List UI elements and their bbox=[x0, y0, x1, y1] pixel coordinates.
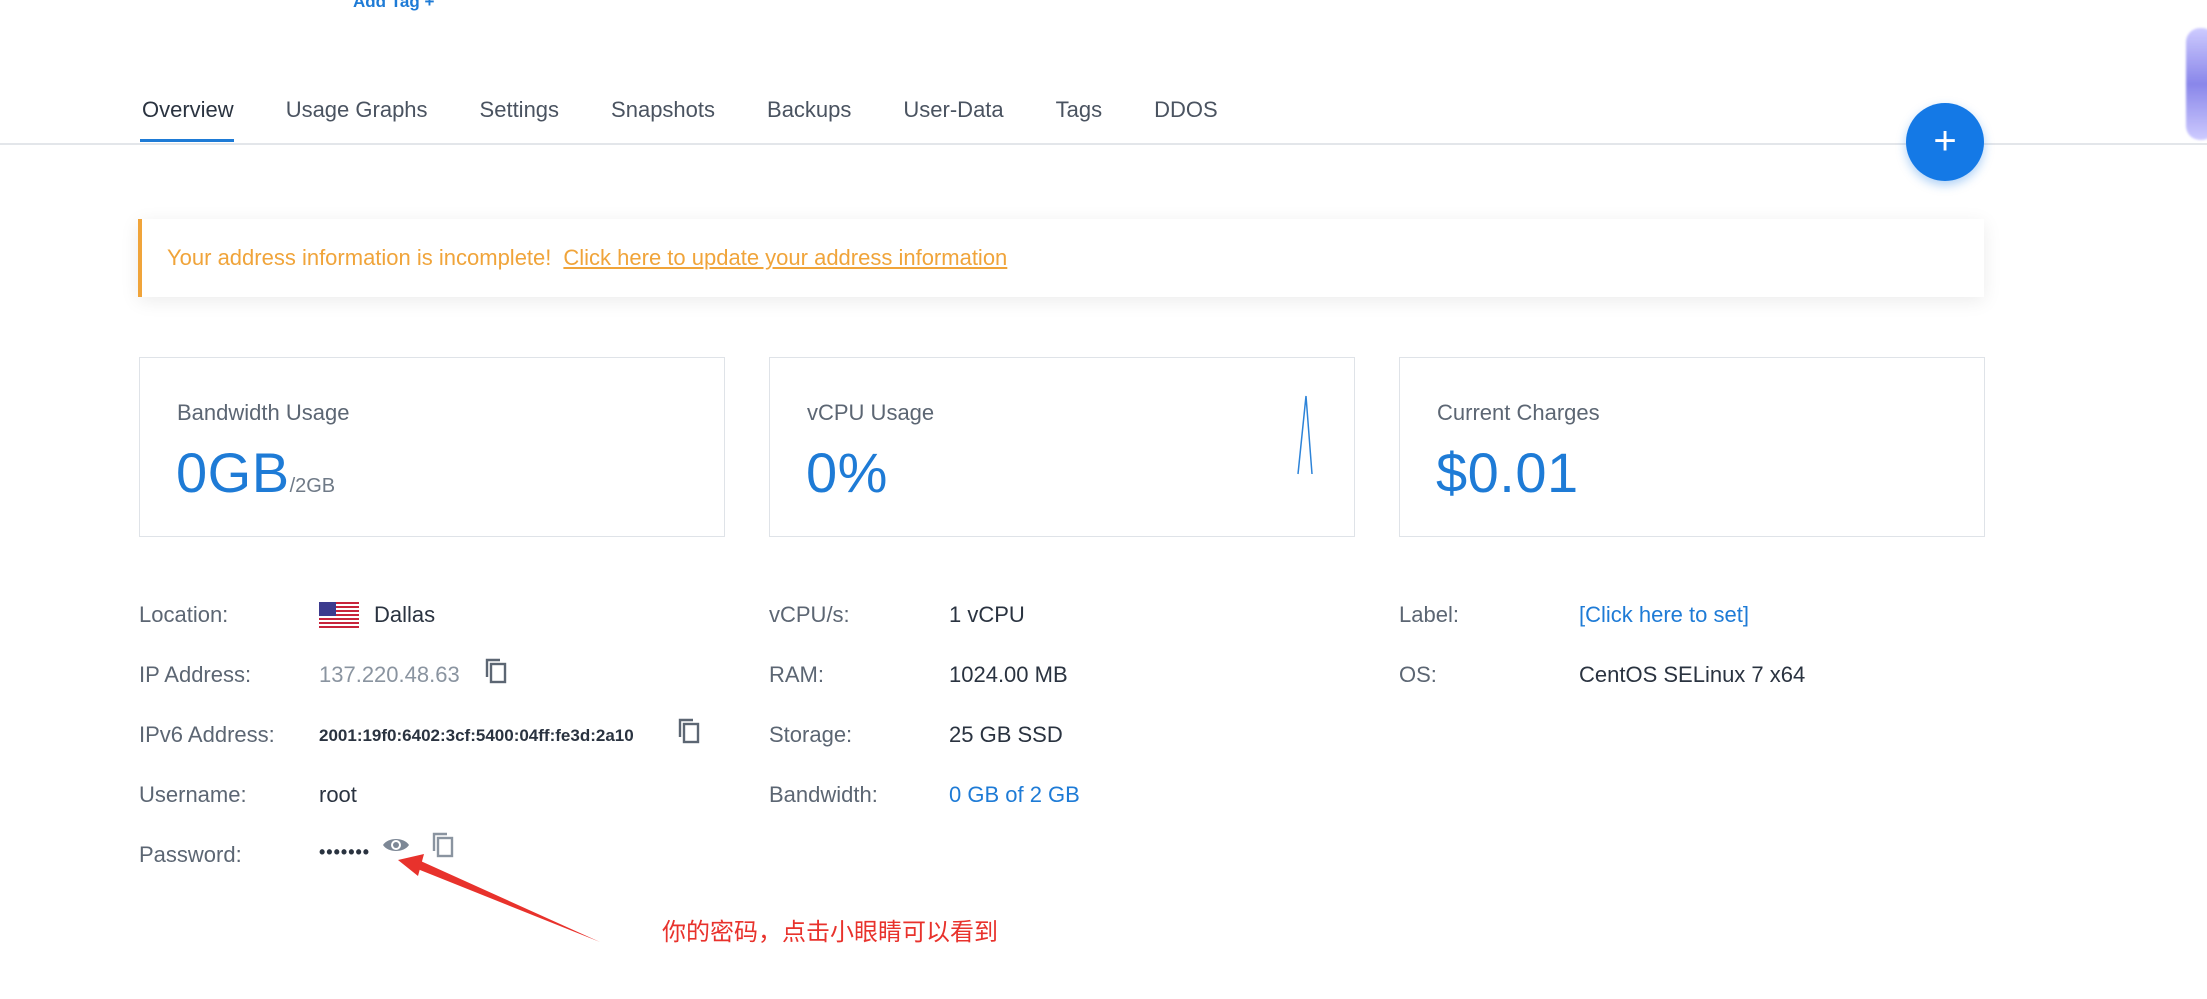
current-charges-card: Current Charges $0.01 bbox=[1399, 357, 1985, 537]
tab-tags[interactable]: Tags bbox=[1030, 94, 1128, 142]
side-widget bbox=[2186, 28, 2207, 140]
location-key: Location: bbox=[139, 602, 229, 627]
address-alert: Your address information is incomplete! … bbox=[138, 219, 1984, 297]
bandwidth-link[interactable]: 0 GB of 2 GB bbox=[949, 782, 1080, 808]
add-button[interactable]: + bbox=[1906, 103, 1984, 181]
location-value: Dallas bbox=[374, 602, 436, 627]
username-key: Username: bbox=[139, 782, 247, 807]
card-label: vCPU Usage bbox=[807, 400, 935, 425]
set-label-link[interactable]: [Click here to set] bbox=[1579, 602, 1749, 628]
ram-key: RAM: bbox=[769, 662, 824, 687]
card-label: Bandwidth Usage bbox=[177, 400, 350, 425]
ipv6-address-value: 2001:19f0:6402:3cf:5400:04ff:fe3d:2a10 bbox=[319, 726, 634, 745]
bandwidth-usage-card: Bandwidth Usage 0GB/2GB bbox=[139, 357, 725, 537]
tab-user-data[interactable]: User-Data bbox=[877, 94, 1029, 142]
annotation-text: 你的密码，点击小眼睛可以看到 bbox=[662, 919, 998, 946]
us-flag-icon bbox=[319, 602, 359, 628]
update-address-link[interactable]: Click here to update your address inform… bbox=[563, 245, 1007, 271]
tab-usage-graphs[interactable]: Usage Graphs bbox=[260, 94, 454, 142]
tab-settings[interactable]: Settings bbox=[454, 94, 586, 142]
bandwidth-limit: /2GB bbox=[289, 475, 336, 497]
copy-ip-icon[interactable] bbox=[484, 657, 510, 685]
vcpu-sparkline bbox=[1297, 395, 1313, 475]
alert-text: Your address information is incomplete! bbox=[167, 245, 552, 270]
ip-address-value: 137.220.48.63 bbox=[319, 662, 460, 687]
username-value: root bbox=[319, 782, 357, 807]
vcpus-value: 1 vCPU bbox=[949, 602, 1025, 627]
bandwidth-value: 0GB/2GB bbox=[176, 441, 336, 504]
ip-address-key: IP Address: bbox=[139, 662, 252, 687]
ram-value: 1024.00 MB bbox=[949, 662, 1068, 687]
card-label: Current Charges bbox=[1437, 400, 1600, 425]
vcpu-usage-card: vCPU Usage 0% bbox=[769, 357, 1355, 537]
tab-ddos[interactable]: DDOS bbox=[1128, 94, 1244, 142]
add-tag-link[interactable]: Add Tag + bbox=[353, 0, 434, 12]
tab-divider bbox=[0, 143, 2207, 145]
os-value: CentOS SELinux 7 x64 bbox=[1579, 662, 1806, 687]
tab-snapshots[interactable]: Snapshots bbox=[585, 94, 741, 142]
password-key: Password: bbox=[139, 842, 242, 867]
ipv6-address-key: IPv6 Address: bbox=[139, 722, 275, 747]
password-value: ••••••• bbox=[319, 842, 371, 862]
tab-bar: Overview Usage Graphs Settings Snapshots… bbox=[140, 94, 1244, 144]
charges-value: $0.01 bbox=[1436, 441, 1579, 504]
vcpu-value: 0% bbox=[806, 441, 888, 504]
annotation-arrow bbox=[398, 854, 600, 942]
os-key: OS: bbox=[1399, 662, 1437, 687]
tab-backups[interactable]: Backups bbox=[741, 94, 877, 142]
storage-value: 25 GB SSD bbox=[949, 722, 1063, 747]
tab-overview[interactable]: Overview bbox=[140, 94, 260, 142]
label-key: Label: bbox=[1399, 602, 1459, 627]
storage-key: Storage: bbox=[769, 722, 853, 747]
bandwidth-key: Bandwidth: bbox=[769, 782, 878, 807]
vcpus-key: vCPU/s: bbox=[769, 602, 850, 627]
copy-ipv6-icon[interactable] bbox=[677, 717, 703, 745]
